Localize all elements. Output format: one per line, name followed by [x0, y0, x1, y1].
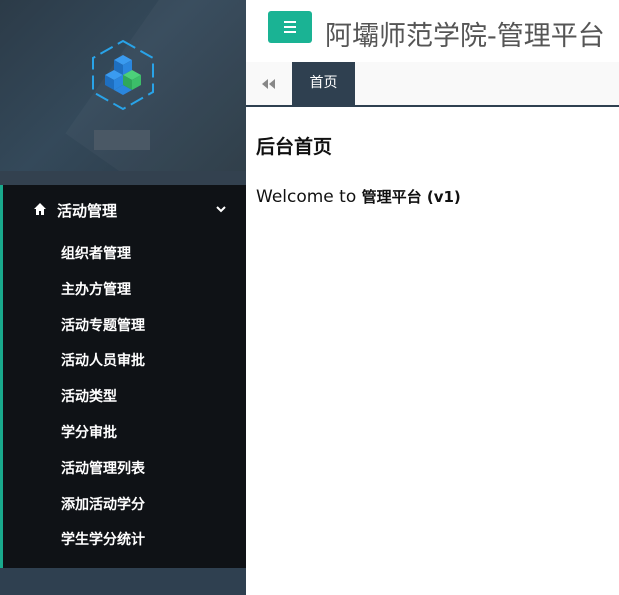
user-name-placeholder: [94, 130, 150, 150]
welcome-prefix: Welcome to: [256, 187, 362, 207]
menu-toggle-button[interactable]: [268, 11, 312, 43]
sidebar-item-credit-stats[interactable]: 学生学分统计: [3, 523, 246, 559]
sidebar-item-label: 活动管理列表: [61, 460, 145, 477]
welcome-text: Welcome to 管理平台 (v1): [256, 186, 461, 207]
sidebar-header: [0, 0, 246, 185]
tab-scroll-left-button[interactable]: [246, 62, 290, 105]
sidebar-item-host[interactable]: 主办方管理: [3, 273, 246, 309]
welcome-product: 管理平台 (v1): [361, 188, 461, 206]
sidebar-item-personnel-approval[interactable]: 活动人员审批: [3, 344, 246, 380]
sidebar: 活动管理 组织者管理 主办方管理 活动专题管理 活动人员审批 活动类型 学分审批…: [0, 0, 246, 595]
sidebar-item-organizer[interactable]: 组织者管理: [3, 237, 246, 273]
home-icon: [34, 203, 46, 215]
app-title: 阿壩师范学院-管理平台: [325, 21, 605, 52]
tab-home[interactable]: 首页: [292, 62, 355, 105]
chevron-down-icon[interactable]: [215, 204, 227, 214]
sidebar-item-add-credit[interactable]: 添加活动学分: [3, 488, 246, 524]
page-title: 后台首页: [256, 136, 333, 158]
sidebar-item-credit-approval[interactable]: 学分审批: [3, 416, 246, 452]
logo-icon: [92, 39, 154, 111]
sidebar-item-label: 主办方管理: [61, 281, 131, 298]
sidebar-item-activity-list[interactable]: 活动管理列表: [3, 452, 246, 488]
double-chevron-left-icon: [262, 79, 275, 89]
sidebar-item-topic[interactable]: 活动专题管理: [3, 309, 246, 345]
sidebar-item-activity-type[interactable]: 活动类型: [3, 380, 246, 416]
top-header: 阿壩师范学院-管理平台: [246, 0, 619, 62]
sidebar-item-label: 学分审批: [61, 424, 117, 441]
tab-bar: 首页: [246, 62, 619, 107]
sidebar-item-label: 活动人员审批: [61, 353, 145, 370]
sidebar-item-label: 组织者管理: [61, 246, 131, 262]
sidebar-item-label: 添加活动学分: [61, 496, 145, 513]
menu-section-label: 活动管理: [57, 202, 118, 220]
sidebar-item-label: 活动专题管理: [61, 317, 145, 334]
sidebar-item-label: 学生学分统计: [61, 532, 145, 549]
menu-section-activity[interactable]: 活动管理: [3, 185, 246, 235]
menu-list: 组织者管理 主办方管理 活动专题管理 活动人员审批 活动类型 学分审批 活动管理…: [3, 237, 246, 559]
sidebar-item-label: 活动类型: [61, 389, 117, 406]
sidebar-menu: 活动管理 组织者管理 主办方管理 活动专题管理 活动人员审批 活动类型 学分审批…: [0, 185, 246, 568]
